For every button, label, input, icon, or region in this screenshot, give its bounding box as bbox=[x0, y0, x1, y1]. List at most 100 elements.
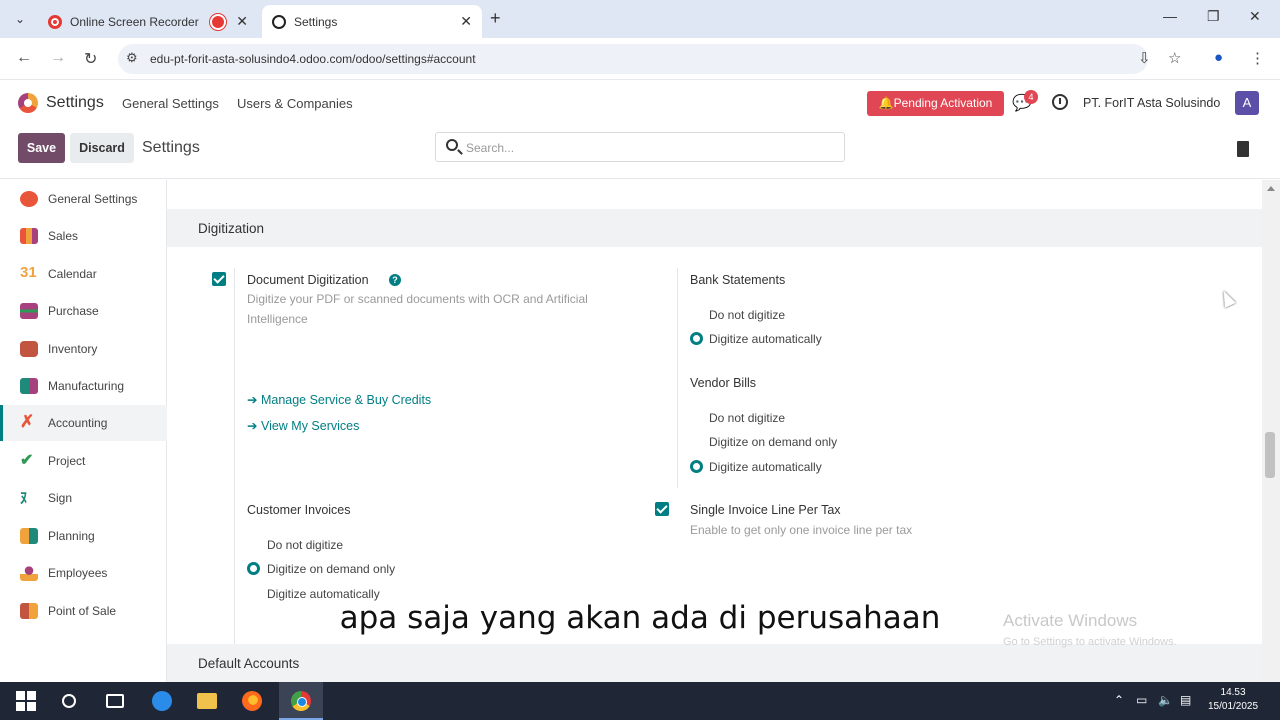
network-icon[interactable]: ▭ bbox=[1136, 693, 1147, 707]
file-explorer-icon[interactable] bbox=[197, 693, 217, 709]
tab-online-screen-recorder[interactable]: Online Screen Recorder ✕ bbox=[38, 5, 258, 38]
section-title: Digitization bbox=[198, 221, 265, 236]
document-digitization-title: Document Digitization bbox=[247, 273, 369, 287]
customer-option-digitize-automatically[interactable]: Digitize automatically bbox=[267, 587, 380, 601]
document-digitization-checkbox[interactable] bbox=[212, 272, 226, 286]
scroll-up-icon[interactable] bbox=[1267, 186, 1275, 191]
user-avatar[interactable]: A bbox=[1235, 91, 1259, 115]
document-digitization-desc-line2: Intelligence bbox=[247, 312, 308, 326]
save-button[interactable]: Save bbox=[18, 133, 65, 163]
accounting-icon: ✗ bbox=[20, 412, 35, 431]
taskbar-search-icon[interactable] bbox=[62, 694, 76, 708]
sign-icon: ﾇ bbox=[20, 490, 28, 507]
bank-option-digitize-automatically[interactable]: Digitize automatically bbox=[709, 332, 822, 346]
task-view-icon[interactable] bbox=[106, 694, 124, 708]
control-panel: Save Discard Settings Search... bbox=[0, 127, 1280, 179]
sidebar-item-manufacturing[interactable]: Manufacturing bbox=[0, 368, 167, 404]
chrome-icon[interactable] bbox=[291, 691, 311, 711]
search-input[interactable]: Search... bbox=[435, 132, 845, 162]
activity-clock-icon[interactable] bbox=[1052, 94, 1068, 110]
odoo-logo-icon[interactable] bbox=[18, 93, 38, 113]
manage-service-link[interactable]: ➔ Manage Service & Buy Credits bbox=[247, 392, 431, 407]
install-app-icon[interactable]: ⇩ bbox=[1138, 49, 1151, 67]
sidebar-item-label: Project bbox=[48, 454, 86, 468]
forward-icon[interactable]: → bbox=[50, 49, 66, 67]
url-field[interactable]: ⚙ edu-pt-forit-asta-solusindo4.odoo.com/… bbox=[118, 44, 1148, 74]
customer-option-digitize-on-demand[interactable]: Digitize on demand only bbox=[267, 562, 395, 576]
close-tab-icon[interactable]: ✕ bbox=[460, 13, 472, 30]
url-text: edu-pt-forit-asta-solusindo4.odoo.com/od… bbox=[150, 52, 476, 66]
sidebar-item-purchase[interactable]: Purchase bbox=[0, 293, 167, 329]
sidebar-item-accounting[interactable]: ✗ Accounting bbox=[0, 405, 167, 441]
sidebar-item-general-settings[interactable]: General Settings bbox=[0, 181, 167, 217]
manufacturing-icon bbox=[20, 378, 38, 394]
view-my-services-link[interactable]: ➔ View My Services bbox=[247, 418, 359, 433]
sidebar-item-calendar[interactable]: 31 Calendar bbox=[0, 256, 167, 292]
chat-count-badge: 4 bbox=[1024, 90, 1038, 104]
tab-title: Settings bbox=[294, 14, 338, 29]
sidebar-item-label: Sign bbox=[48, 491, 73, 505]
scrollbar-thumb[interactable] bbox=[1265, 432, 1275, 478]
close-window-icon[interactable]: ✕ bbox=[1249, 8, 1261, 25]
tray-chevron-icon[interactable]: ⌃ bbox=[1114, 693, 1124, 707]
planning-icon bbox=[20, 528, 38, 544]
vendor-option-digitize-on-demand[interactable]: Digitize on demand only bbox=[709, 435, 837, 449]
purchase-icon bbox=[20, 303, 38, 319]
sidebar-item-employees[interactable]: Employees bbox=[0, 555, 167, 591]
tab-title: Online Screen Recorder bbox=[70, 14, 199, 29]
sidebar-item-project[interactable]: ✔ Project bbox=[0, 443, 167, 479]
sidebar-item-label: Sales bbox=[48, 229, 79, 243]
bank-selected-radio[interactable] bbox=[690, 332, 703, 345]
pending-activation-button[interactable]: 🔔Pending Activation bbox=[867, 91, 1004, 116]
recorder-favicon-icon bbox=[48, 14, 62, 29]
customer-option-do-not-digitize[interactable]: Do not digitize bbox=[267, 538, 343, 552]
sidebar-item-sign[interactable]: ﾇ Sign bbox=[0, 480, 167, 516]
app-name[interactable]: Settings bbox=[46, 94, 104, 112]
manage-service-label: Manage Service & Buy Credits bbox=[260, 393, 432, 407]
pending-activation-label: Pending Activation bbox=[893, 96, 993, 110]
site-info-icon[interactable]: ⚙ bbox=[126, 50, 138, 66]
vendor-bills-title: Vendor Bills bbox=[690, 376, 757, 390]
browser-menu-icon[interactable]: ⋮ bbox=[1250, 49, 1265, 67]
clock-date: 15/01/2025 bbox=[1208, 701, 1259, 712]
page-title: Settings bbox=[142, 139, 200, 156]
sidebar-item-label: Calendar bbox=[48, 267, 97, 281]
company-switcher[interactable]: PT. ForIT Asta Solusindo bbox=[1083, 96, 1220, 110]
vendor-option-digitize-automatically[interactable]: Digitize automatically bbox=[709, 460, 822, 474]
single-invoice-line-checkbox[interactable] bbox=[655, 502, 669, 516]
menu-general-settings[interactable]: General Settings bbox=[122, 96, 219, 111]
vendor-selected-radio[interactable] bbox=[690, 460, 703, 473]
right-column-divider bbox=[677, 268, 678, 488]
profile-icon[interactable]: ● bbox=[1214, 49, 1223, 66]
tab-settings[interactable]: Settings ✕ bbox=[262, 5, 482, 38]
minimize-icon[interactable]: — bbox=[1163, 8, 1177, 24]
sidebar-item-sales[interactable]: Sales bbox=[0, 218, 167, 254]
single-invoice-line-desc: Enable to get only one invoice line per … bbox=[690, 523, 913, 537]
notification-icon[interactable]: ▤ bbox=[1180, 693, 1191, 707]
restore-icon[interactable]: ❐ bbox=[1207, 8, 1220, 25]
new-tab-icon[interactable]: + bbox=[490, 8, 501, 29]
sidebar-item-planning[interactable]: Planning bbox=[0, 518, 167, 554]
back-icon[interactable]: ← bbox=[16, 49, 32, 67]
vendor-option-do-not-digitize[interactable]: Do not digitize bbox=[709, 411, 785, 425]
inventory-icon bbox=[20, 341, 38, 357]
reload-icon[interactable]: ↻ bbox=[84, 49, 97, 69]
firefox-icon[interactable] bbox=[242, 691, 262, 711]
help-icon[interactable]: ? bbox=[389, 274, 401, 286]
menu-users-companies[interactable]: Users & Companies bbox=[237, 96, 353, 111]
sidebar-item-inventory[interactable]: Inventory bbox=[0, 331, 167, 367]
edge-icon[interactable] bbox=[152, 691, 172, 711]
employees-icon bbox=[20, 565, 38, 581]
tab-search-icon[interactable]: ⌄ bbox=[8, 8, 32, 30]
customer-selected-radio[interactable] bbox=[247, 562, 260, 575]
sidebar-item-label: Inventory bbox=[48, 342, 98, 356]
taskbar-clock[interactable]: 14.53 15/01/2025 bbox=[1208, 686, 1258, 714]
close-tab-icon[interactable]: ✕ bbox=[236, 13, 248, 30]
discard-button[interactable]: Discard bbox=[70, 133, 134, 163]
odoo-favicon-icon bbox=[272, 14, 286, 29]
debug-icon[interactable] bbox=[1237, 141, 1249, 157]
windows-start-icon[interactable] bbox=[16, 691, 36, 711]
volume-icon[interactable]: 🔈 bbox=[1158, 693, 1173, 707]
bookmark-star-icon[interactable]: ☆ bbox=[1168, 49, 1181, 67]
bank-option-do-not-digitize[interactable]: Do not digitize bbox=[709, 308, 785, 322]
